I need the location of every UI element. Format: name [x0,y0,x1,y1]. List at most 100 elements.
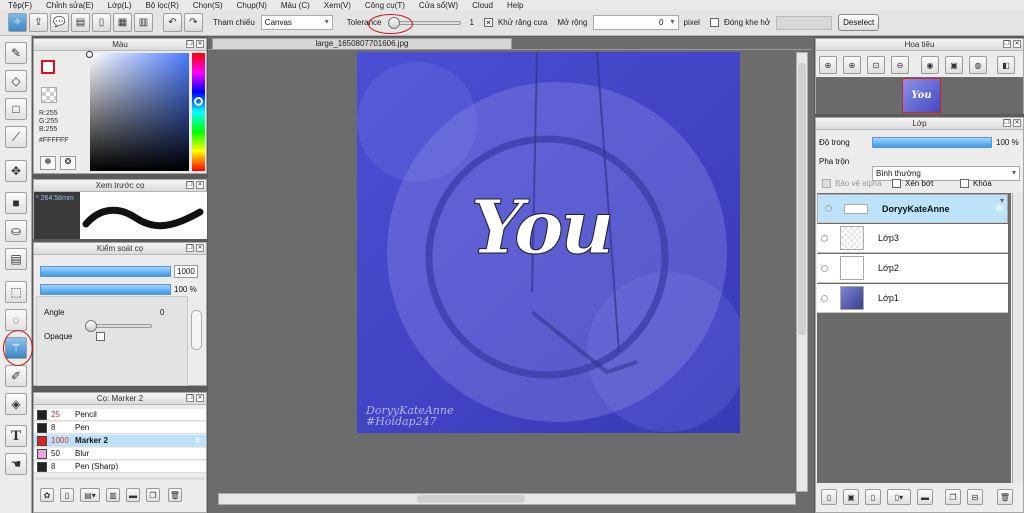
visibility-icon[interactable] [825,205,832,212]
navigator-thumbnail[interactable]: You [902,78,941,113]
brush-duplicate-icon[interactable]: ❐ [146,488,160,502]
menu-tools[interactable]: Công cụ(T) [365,1,405,10]
transparent-swatch[interactable] [41,87,57,103]
gear-icon[interactable]: ✲ [194,436,201,445]
zoom-out-icon[interactable]: ⊖ [891,56,909,74]
layer-opacity-bar[interactable] [872,137,992,148]
layer-item-lop1[interactable]: Lớp1 [817,284,1008,313]
close-icon[interactable]: ✕ [196,394,204,402]
new-layer-page-icon[interactable]: ▯ [865,489,881,505]
vertical-scrollbar[interactable] [796,52,808,492]
chart-icon[interactable]: ▥ [134,13,153,32]
antialias-checkbox[interactable]: ✕ [483,18,493,27]
menu-color[interactable]: Màu (C) [281,1,310,10]
select-pen-icon[interactable]: ✐ [5,365,27,387]
bucket-icon[interactable]: ⛀ [5,220,27,242]
protect-alpha-checkbox[interactable] [822,179,831,188]
layer-folder-icon[interactable]: ▬ [917,489,933,505]
layer-item-lop2[interactable]: Lớp2 [817,254,1008,283]
message-icon[interactable]: ▤ [71,13,90,32]
color-picker-cursor[interactable] [86,51,93,58]
closegap-checkbox[interactable] [709,18,719,27]
mirror-icon[interactable]: ◧ [997,56,1015,74]
fill-rect-icon[interactable]: ■ [5,192,27,214]
brush-item-pen-sharp[interactable]: 8 Pen (Sharp) [34,461,206,473]
restore-icon[interactable]: ❐ [186,244,194,252]
eraser-icon[interactable]: ◇ [5,70,27,92]
layer-item-lop3[interactable]: Lớp3 [817,224,1008,253]
brush-item-pen[interactable]: 8 Pen [34,422,206,434]
brush-item-marker-2[interactable]: 1000 Marker 2 ✲ [34,435,206,447]
restore-icon[interactable]: ❐ [186,181,194,189]
magic-wand-mode-icon[interactable]: ✧ [8,13,27,32]
restore-icon[interactable]: ❐ [1003,119,1011,127]
brush-item-pencil[interactable]: 25 Pencil [34,409,206,421]
restore-icon[interactable]: ❐ [1003,40,1011,48]
brush-folder-icon[interactable]: ▬ [126,488,140,502]
brush-item-blur[interactable]: 50 Blur [34,448,206,460]
brush-opacity-bar[interactable] [40,284,171,295]
palette-icon[interactable]: ❁ [40,156,56,170]
menu-layer[interactable]: Lớp(L) [108,1,132,10]
menu-capture[interactable]: Chụp(N) [237,1,267,10]
brush-settings-icon[interactable]: ✿ [40,488,54,502]
deselect-button[interactable]: Deselect [838,14,880,31]
flip-icon[interactable]: ▣ [945,56,963,74]
menu-select[interactable]: Chọn(S) [193,1,223,10]
layer-list-scrollbar[interactable] [1012,193,1023,483]
angle-slider-knob[interactable] [85,320,97,332]
select-rect-icon[interactable]: ⬚ [5,281,27,303]
select-eraser-icon[interactable]: ◈ [5,393,27,415]
menu-cloud[interactable]: Cloud [472,1,493,10]
visibility-icon[interactable] [821,294,828,302]
line-icon[interactable]: ⟋ [5,126,27,148]
lasso-icon[interactable]: ◌ [5,309,27,331]
gradient-icon[interactable]: ▤ [5,248,27,270]
new-brush-icon[interactable]: ▯ [60,488,74,502]
zoom-fit-icon[interactable]: ⊕ [843,56,861,74]
brush-icon[interactable]: ✎ [5,42,27,64]
brush-delete-icon[interactable]: 🗑 [168,488,182,502]
rotate-icon[interactable]: ◉ [921,56,939,74]
brush-list-scrollbar[interactable] [35,477,205,480]
close-icon[interactable]: ✕ [1013,40,1021,48]
restore-icon[interactable]: ❐ [186,394,194,402]
gear-icon[interactable]: ✲ [995,202,1004,215]
vertical-scroll-thumb[interactable] [798,63,806,335]
close-icon[interactable]: ✕ [196,244,204,252]
zoom-in-icon[interactable]: ⊕ [819,56,837,74]
menu-view[interactable]: Xem(V) [324,1,351,10]
canvas-tab[interactable]: large_1650807701606.jpg [212,38,512,49]
restore-icon[interactable]: ❐ [186,40,194,48]
new-layer-icon[interactable]: ▯ [821,489,837,505]
swap-palette-icon[interactable]: ❂ [60,156,76,170]
duplicate-layer-icon[interactable]: ❐ [945,489,961,505]
expand-input[interactable]: 0 [592,15,679,30]
text-icon[interactable]: T [5,425,27,447]
reset-rotation-icon[interactable]: ◍ [969,56,987,74]
visibility-icon[interactable] [821,234,828,242]
brush-size-input[interactable]: 1000 [174,265,198,278]
closegap-input[interactable] [776,15,833,30]
brush-menu-icon[interactable]: ▤▾ [80,488,100,502]
horizontal-scrollbar[interactable] [218,493,796,505]
opaque-checkbox[interactable] [96,332,105,341]
comment-icon[interactable]: 💬 [50,13,69,32]
delete-layer-icon[interactable]: 🗑 [997,489,1013,505]
close-icon[interactable]: ✕ [1013,119,1021,127]
grid-icon[interactable]: ▦ [113,13,132,32]
document-icon[interactable]: ▯ [92,13,111,32]
menu-help[interactable]: Help [507,1,523,10]
angle-slider[interactable] [85,320,152,332]
horizontal-scroll-thumb[interactable] [417,495,525,503]
rectangle-icon[interactable]: □ [5,98,27,120]
visibility-icon[interactable] [821,264,828,272]
brush-options-scrollbar[interactable] [191,310,202,350]
undo-icon[interactable]: ↶ [163,13,182,32]
reference-select[interactable]: Canvas [260,15,333,30]
brush-copy-icon[interactable]: ▥ [106,488,120,502]
hand-icon[interactable]: ☚ [5,453,27,475]
hue-slider[interactable] [192,53,205,171]
export-icon[interactable]: ⇪ [29,13,48,32]
merge-layer-icon[interactable]: ⊟ [967,489,983,505]
